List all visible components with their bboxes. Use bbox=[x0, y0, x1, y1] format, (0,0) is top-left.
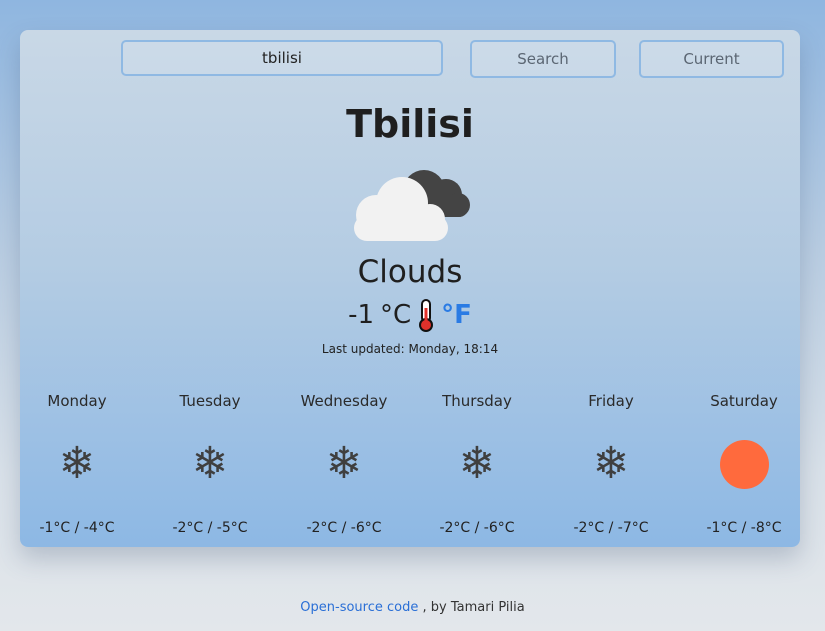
celsius-unit: °C bbox=[380, 300, 412, 330]
forecast: Monday ❄ -1°C / -4°C Tuesday ❄ -2°C / -5… bbox=[20, 392, 800, 542]
weather-description: Clouds bbox=[357, 254, 463, 290]
last-updated: Last updated: Monday, 18:14 bbox=[321, 342, 499, 356]
forecast-day-name: Tuesday bbox=[179, 392, 241, 410]
fahrenheit-toggle[interactable]: °F bbox=[441, 300, 472, 330]
forecast-temps: -1°C / -4°C bbox=[39, 520, 115, 536]
city-name: Tbilisi bbox=[346, 102, 474, 146]
forecast-day: Friday ❄ -2°C / -7°C bbox=[544, 392, 678, 536]
footer: Open-source code , by Tamari Pilia bbox=[0, 600, 825, 615]
forecast-temps: -2°C / -6°C bbox=[306, 520, 382, 536]
forecast-day: Thursday ❄ -2°C / -6°C bbox=[410, 392, 544, 536]
snowflake-icon: ❄ bbox=[592, 438, 630, 489]
search-button[interactable]: Search bbox=[470, 40, 616, 78]
weather-card: Search Current Tbilisi Clouds -1 °C °F L… bbox=[20, 30, 800, 547]
forecast-day: Tuesday ❄ -2°C / -5°C bbox=[143, 392, 277, 536]
footer-author: , by Tamari Pilia bbox=[422, 600, 525, 615]
forecast-day: Saturday -1°C / -8°C bbox=[677, 392, 811, 536]
forecast-temps: -2°C / -6°C bbox=[439, 520, 515, 536]
search-input[interactable] bbox=[121, 40, 443, 76]
sun-circle bbox=[719, 439, 769, 489]
forecast-day-name: Wednesday bbox=[300, 392, 388, 410]
forecast-day: Monday ❄ -1°C / -4°C bbox=[10, 392, 144, 536]
snowflake-icon: ❄ bbox=[58, 438, 96, 489]
forecast-temps: -2°C / -5°C bbox=[172, 520, 248, 536]
current-location-button[interactable]: Current bbox=[639, 40, 784, 78]
clouds-icon bbox=[354, 170, 470, 241]
temperature-row: -1 °C °F bbox=[20, 298, 800, 332]
open-source-link[interactable]: Open-source code bbox=[300, 600, 418, 615]
forecast-temps: -2°C / -7°C bbox=[573, 520, 649, 536]
snowflake-icon: ❄ bbox=[458, 438, 496, 489]
forecast-day-name: Saturday bbox=[710, 392, 778, 410]
forecast-day: Wednesday ❄ -2°C / -6°C bbox=[277, 392, 411, 536]
temperature-value: -1 bbox=[348, 300, 374, 330]
sun-icon bbox=[677, 432, 811, 496]
snowflake-icon: ❄ bbox=[325, 438, 363, 489]
forecast-day-name: Thursday bbox=[442, 392, 512, 410]
forecast-day-name: Monday bbox=[47, 392, 107, 410]
forecast-temps: -1°C / -8°C bbox=[706, 520, 782, 536]
thermometer-icon bbox=[419, 299, 434, 332]
forecast-day-name: Friday bbox=[588, 392, 634, 410]
snowflake-icon: ❄ bbox=[191, 438, 229, 489]
